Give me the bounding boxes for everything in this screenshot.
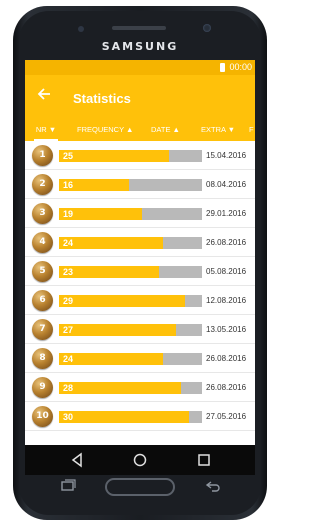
last-date: 05.08.2016 <box>206 267 247 276</box>
list-item[interactable]: 10 30 27.05.2016 <box>25 402 255 431</box>
earpiece-speaker <box>112 26 166 30</box>
frequency-bar: 24 <box>59 237 202 249</box>
frequency-bar: 25 <box>59 150 202 162</box>
last-date: 29.01.2016 <box>206 209 247 218</box>
frequency-bar-fill <box>59 411 190 423</box>
frequency-bar-fill <box>59 237 164 249</box>
number-ball: 1 <box>32 145 53 166</box>
android-nav-bar <box>25 445 255 475</box>
number-ball: 3 <box>32 203 53 224</box>
frequency-bar-fill <box>59 295 185 307</box>
frequency-value: 30 <box>63 412 74 422</box>
list-item[interactable]: 6 29 12.08.2016 <box>25 286 255 315</box>
list-item[interactable]: 3 19 29.01.2016 <box>25 199 255 228</box>
proximity-sensor <box>203 24 211 32</box>
last-date: 12.08.2016 <box>206 296 247 305</box>
app-screen: 00:00 Statistics NR ▼ FREQUENCY ▲ DATE ▲… <box>25 60 255 445</box>
battery-icon <box>220 63 225 72</box>
app-bar: Statistics <box>25 75 255 121</box>
last-date: 27.05.2016 <box>206 412 247 421</box>
list-item[interactable]: 7 27 13.05.2016 <box>25 315 255 344</box>
hardware-key-row <box>0 475 280 515</box>
frequency-value: 28 <box>63 383 74 393</box>
frequency-value: 23 <box>63 267 74 277</box>
frequency-bar: 24 <box>59 353 202 365</box>
frequency-bar: 29 <box>59 295 202 307</box>
list-item[interactable]: 2 16 08.04.2016 <box>25 170 255 199</box>
list-item[interactable]: 5 23 05.08.2016 <box>25 257 255 286</box>
frequency-bar-fill <box>59 324 177 336</box>
page-title: Statistics <box>73 91 131 106</box>
list-item[interactable]: 1 25 15.04.2016 <box>25 141 255 170</box>
nav-home-circle-icon[interactable] <box>131 451 149 469</box>
tab-date[interactable]: DATE ▲ <box>151 121 180 141</box>
back-hardware-key-icon[interactable] <box>205 479 221 493</box>
frequency-bar: 30 <box>59 411 202 423</box>
last-date: 26.08.2016 <box>206 354 247 363</box>
back-arrow-icon[interactable] <box>37 87 51 107</box>
frequency-value: 25 <box>63 151 74 161</box>
last-date: 26.08.2016 <box>206 383 247 392</box>
recents-hardware-key-icon[interactable] <box>60 479 76 493</box>
nav-recents-square-icon[interactable] <box>195 451 213 469</box>
frequency-value: 19 <box>63 209 74 219</box>
number-ball: 10 <box>32 406 53 427</box>
list-item[interactable]: 9 28 26.08.2016 <box>25 373 255 402</box>
status-time: 00:00 <box>229 62 252 72</box>
frequency-bar-fill <box>59 382 181 394</box>
last-date: 15.04.2016 <box>206 151 247 160</box>
home-hardware-button[interactable] <box>105 478 175 496</box>
number-ball: 9 <box>32 377 53 398</box>
frequency-value: 24 <box>63 354 74 364</box>
frequency-bar: 19 <box>59 208 202 220</box>
nav-back-triangle-icon[interactable] <box>69 451 87 469</box>
list-item[interactable]: 8 24 26.08.2016 <box>25 344 255 373</box>
last-date: 26.08.2016 <box>206 238 247 247</box>
status-bar: 00:00 <box>25 60 255 75</box>
list-item[interactable]: 4 24 26.08.2016 <box>25 228 255 257</box>
frequency-bar: 27 <box>59 324 202 336</box>
number-ball: 5 <box>32 261 53 282</box>
number-ball: 6 <box>32 290 53 311</box>
number-ball: 7 <box>32 319 53 340</box>
frequency-value: 29 <box>63 296 74 306</box>
frequency-value: 16 <box>63 180 74 190</box>
tab-extra[interactable]: EXTRA ▼ <box>201 121 235 141</box>
frequency-bar: 23 <box>59 266 202 278</box>
frequency-value: 24 <box>63 238 74 248</box>
number-ball: 8 <box>32 348 53 369</box>
frequency-bar-fill <box>59 266 160 278</box>
last-date: 13.05.2016 <box>206 325 247 334</box>
number-ball: 4 <box>32 232 53 253</box>
front-camera <box>78 26 84 32</box>
frequency-bar-fill <box>59 150 170 162</box>
frequency-bar-fill <box>59 353 164 365</box>
frequency-value: 27 <box>63 325 74 335</box>
tab-nr[interactable]: NR ▼ <box>34 121 58 141</box>
frequency-bar: 16 <box>59 179 202 191</box>
device-brand: SAMSUNG <box>101 40 179 53</box>
sort-tab-bar: NR ▼ FREQUENCY ▲ DATE ▲ EXTRA ▼ F <box>25 121 255 141</box>
frequency-bar: 28 <box>59 382 202 394</box>
tab-frequency[interactable]: FREQUENCY ▲ <box>77 121 133 141</box>
last-date: 08.04.2016 <box>206 180 247 189</box>
number-ball: 2 <box>32 174 53 195</box>
tab-next-partial[interactable]: F <box>249 121 254 141</box>
